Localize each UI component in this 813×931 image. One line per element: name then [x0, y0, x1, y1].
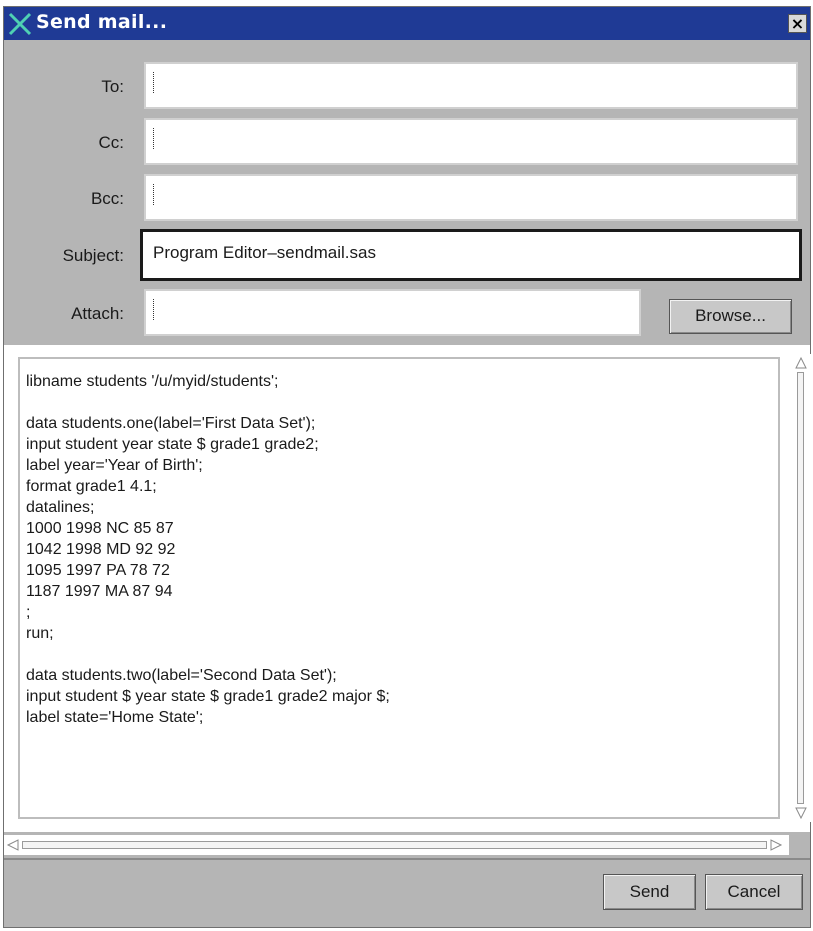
subject-field[interactable]: Program Editor–sendmail.sas [140, 229, 802, 281]
arrow-left-icon[interactable] [6, 838, 20, 852]
editor-line: run; [26, 625, 54, 642]
cancel-button[interactable]: Cancel [705, 874, 803, 910]
to-label: To: [101, 77, 124, 96]
x-logo-icon [8, 12, 32, 36]
editor-line: datalines; [26, 499, 95, 516]
text-cursor [153, 184, 156, 205]
arrow-right-icon[interactable] [769, 838, 783, 852]
bcc-label: Bcc: [90, 189, 124, 208]
editor-line: ; [26, 604, 31, 621]
to-field[interactable] [144, 62, 798, 109]
editor-line: format grade1 4.1; [26, 478, 157, 495]
editor-line: input student year state $ grade1 grade2… [26, 436, 319, 453]
editor-line: libname students '/u/myid/students'; [26, 373, 279, 390]
vertical-scrollbar[interactable] [791, 354, 811, 822]
subject-value: Program Editor–sendmail.sas [153, 243, 376, 262]
title-bar[interactable]: Send mail... × [4, 7, 810, 40]
send-mail-dialog: Send mail... × To: Cc: Bcc: Subject: Pro… [3, 6, 811, 928]
horizontal-scroll-thumb[interactable] [22, 841, 767, 849]
editor-line: input student $ year state $ grade1 grad… [26, 688, 390, 705]
attach-field[interactable] [144, 289, 641, 336]
cc-label: Cc: [98, 133, 125, 152]
close-icon[interactable]: × [788, 14, 807, 33]
editor-line: 1187 1997 MA 87 94 [26, 583, 173, 600]
send-button[interactable]: Send [603, 874, 696, 910]
editor-line: 1095 1997 PA 78 72 [26, 562, 170, 579]
subject-label: Subject: [62, 246, 124, 265]
editor-line: data students.two(label='Second Data Set… [26, 667, 337, 684]
editor-line: label year='Year of Birth'; [26, 457, 203, 474]
footer-divider [4, 858, 810, 860]
editor-line: 1000 1998 NC 85 87 [26, 520, 174, 537]
text-cursor [153, 72, 156, 93]
cc-field[interactable] [144, 118, 798, 165]
browse-button[interactable]: Browse... [669, 299, 792, 334]
window-title: Send mail... [36, 11, 168, 33]
arrow-down-icon[interactable] [794, 806, 808, 820]
attach-label: Attach: [71, 304, 124, 323]
message-body-editor[interactable]: libname students '/u/myid/students'; data… [18, 357, 780, 819]
horizontal-scrollbar[interactable] [4, 835, 789, 855]
editor-line: 1042 1998 MD 92 92 [26, 541, 176, 558]
text-cursor [153, 128, 156, 149]
bcc-field[interactable] [144, 174, 798, 221]
text-cursor [153, 299, 156, 320]
arrow-up-icon[interactable] [794, 356, 808, 370]
vertical-scroll-thumb[interactable] [797, 372, 804, 804]
editor-line: data students.one(label='First Data Set'… [26, 415, 316, 432]
editor-line: label state='Home State'; [26, 709, 204, 726]
